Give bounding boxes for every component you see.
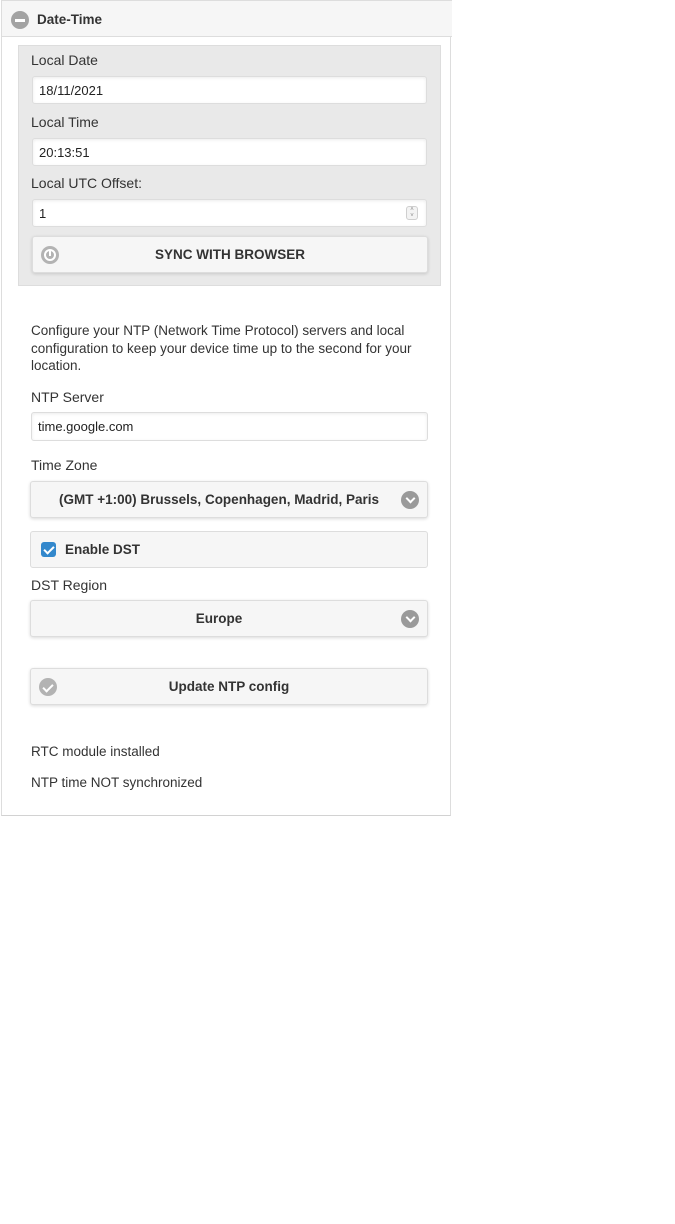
ntp-description: Configure your NTP (Network Time Protoco… xyxy=(31,323,412,373)
time-zone-select[interactable]: (GMT +1:00) Brussels, Copenhagen, Madrid… xyxy=(30,481,428,518)
sync-button-label: SYNC WITH BROWSER xyxy=(155,247,305,262)
update-button-label: Update NTP config xyxy=(168,679,290,694)
panel-header[interactable]: Date-Time xyxy=(2,0,452,37)
chevron-down-icon xyxy=(401,610,419,628)
sync-with-browser-button[interactable]: SYNC WITH BROWSER xyxy=(32,236,428,273)
dst-region-value: Europe xyxy=(195,611,243,626)
utc-offset-value: 1 xyxy=(39,206,47,221)
time-zone-value: (GMT +1:00) Brussels, Copenhagen, Madrid… xyxy=(59,492,379,507)
dst-region-select[interactable]: Europe xyxy=(30,600,428,637)
enable-dst-checkbox[interactable]: Enable DST xyxy=(30,531,428,568)
local-time-input[interactable]: 20:13:51 xyxy=(32,138,427,166)
local-date-value: 18/11/2021 xyxy=(39,83,104,98)
local-time-value: 20:13:51 xyxy=(39,145,90,160)
utc-offset-input[interactable]: 1 ˄ ˅ xyxy=(32,199,427,227)
check-icon xyxy=(39,678,57,696)
checkbox-checked-icon[interactable] xyxy=(41,542,56,557)
ntp-server-label: NTP Server xyxy=(31,389,104,405)
chevron-down-icon xyxy=(401,491,419,509)
local-time-label: Local Time xyxy=(31,114,99,130)
local-date-label: Local Date xyxy=(31,52,98,68)
clock-icon xyxy=(41,246,59,264)
utc-offset-label: Local UTC Offset: xyxy=(31,175,143,191)
dst-region-label: DST Region xyxy=(31,577,108,593)
update-ntp-config-button[interactable]: Update NTP config xyxy=(30,668,428,705)
spinner-icon[interactable]: ˄ ˅ xyxy=(406,206,418,220)
time-zone-label: Time Zone xyxy=(31,457,98,473)
rtc-status: RTC module installed xyxy=(31,744,160,759)
minus-circle-icon[interactable] xyxy=(11,11,29,29)
date-time-panel: Date-Time Local Date 18/11/2021 Local Ti… xyxy=(1,0,452,816)
local-date-input[interactable]: 18/11/2021 xyxy=(32,76,427,104)
panel-title: Date-Time xyxy=(37,12,103,27)
ntp-server-value: time.google.com xyxy=(38,419,134,434)
enable-dst-label: Enable DST xyxy=(65,542,141,557)
ntp-sync-status: NTP time NOT synchronized xyxy=(31,775,203,790)
ntp-server-input[interactable]: time.google.com xyxy=(31,412,428,441)
